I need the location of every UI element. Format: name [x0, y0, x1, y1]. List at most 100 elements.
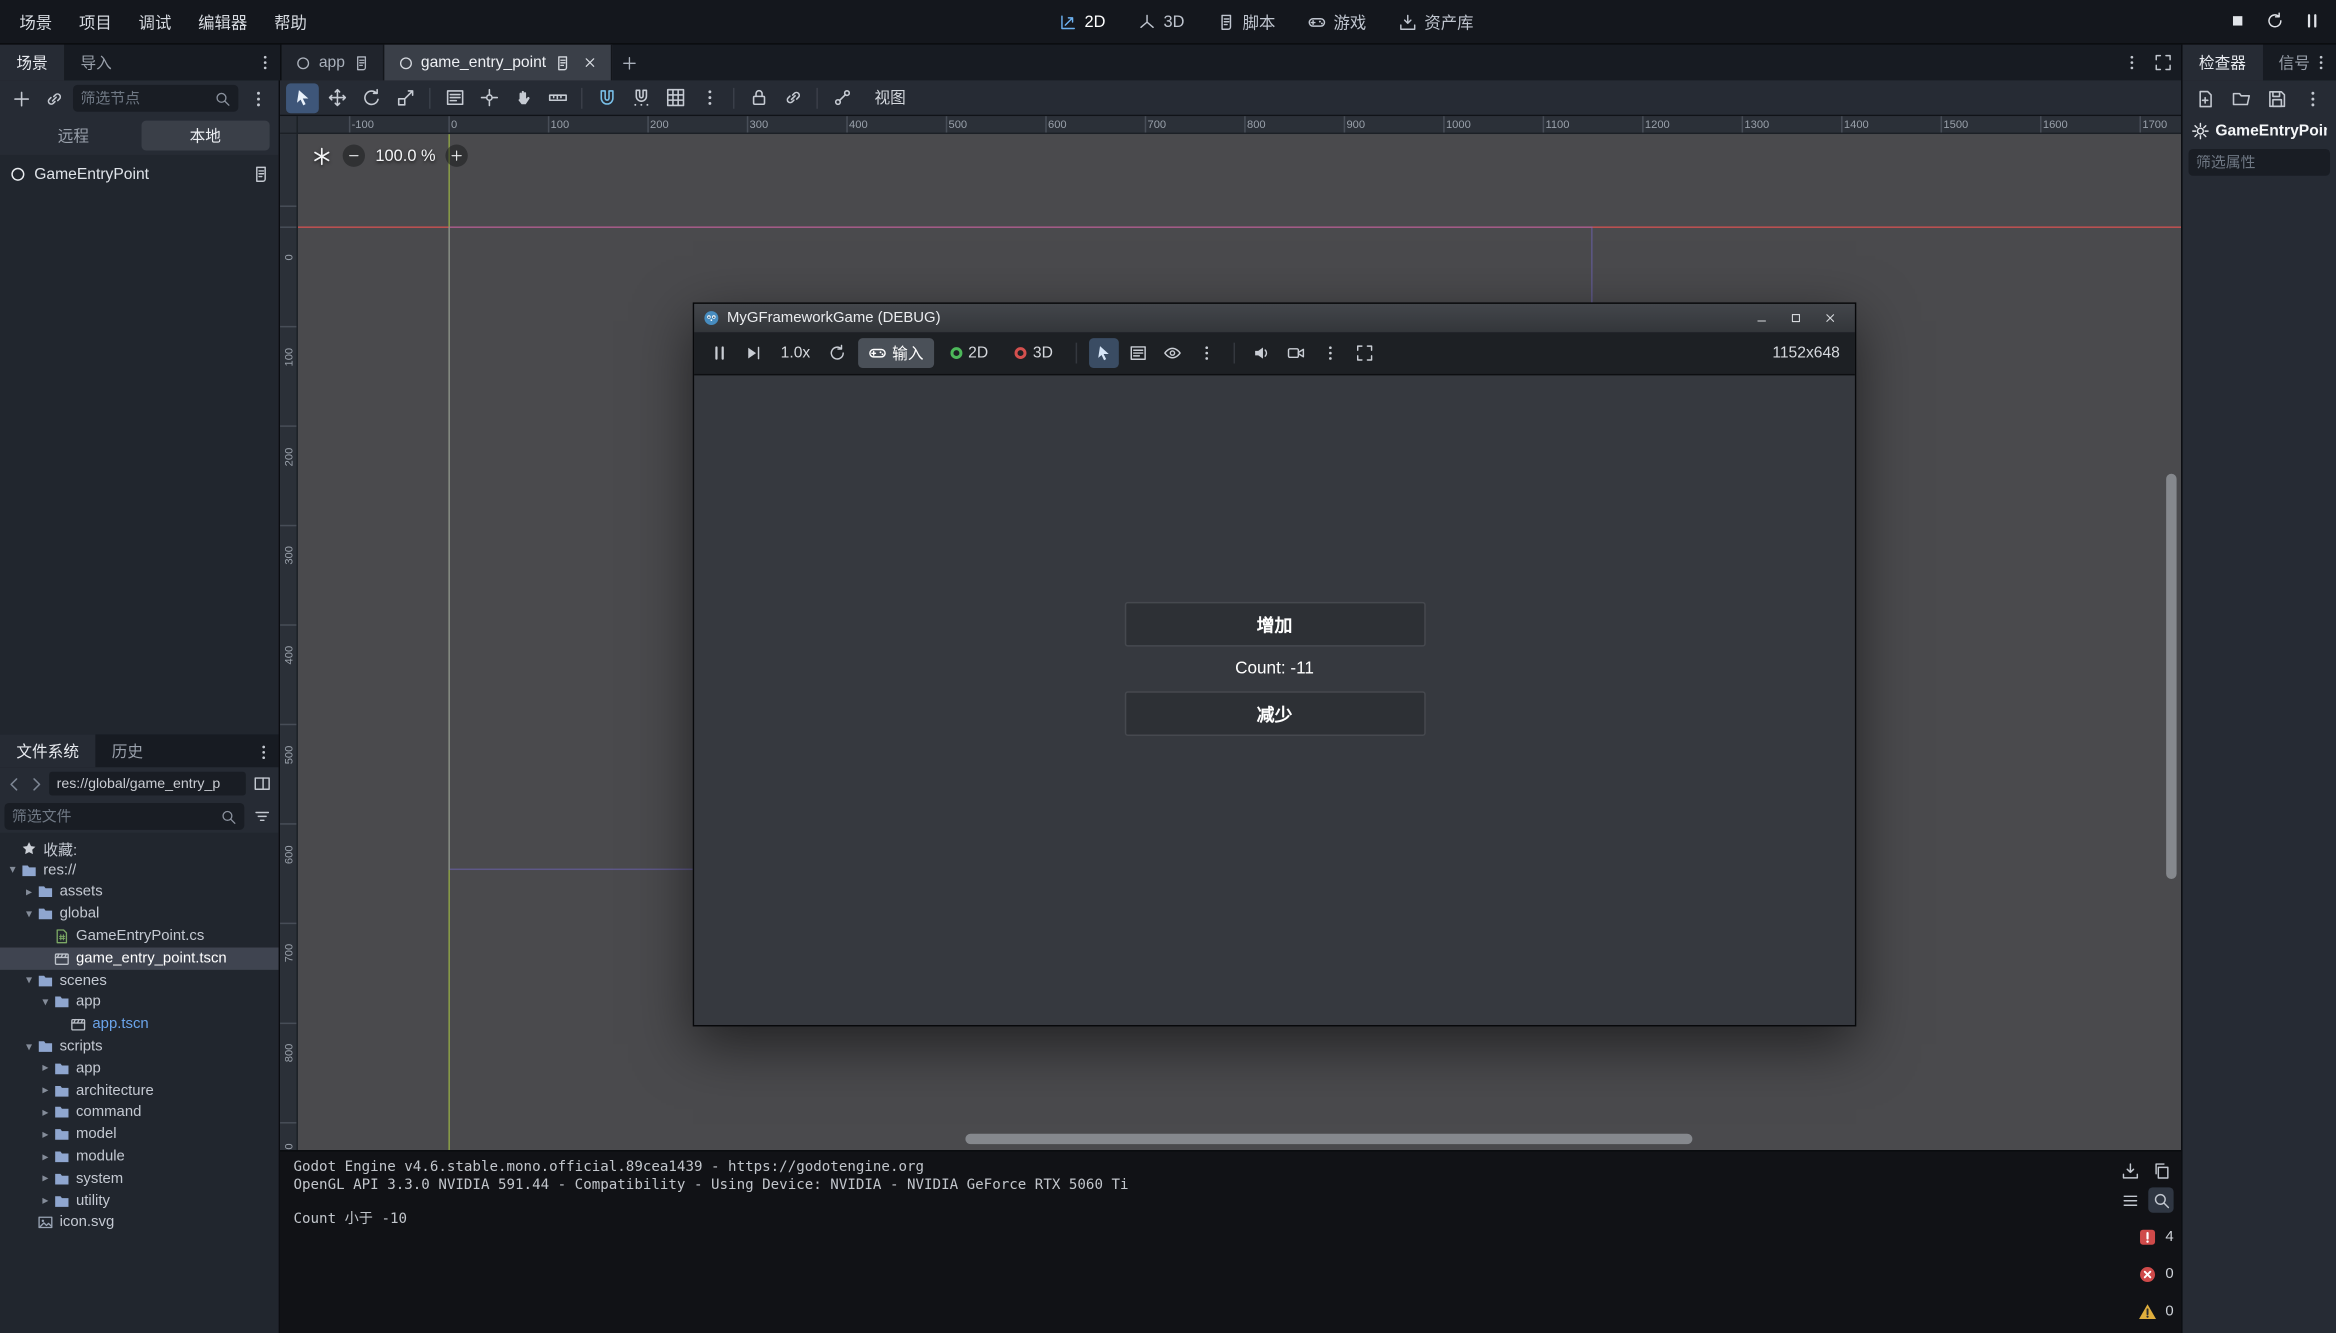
attached-script-icon[interactable]: [252, 165, 270, 183]
magnet-tool-button[interactable]: [590, 83, 623, 113]
tree-arrow-icon[interactable]: ▾: [21, 1041, 37, 1053]
scene-filter[interactable]: [73, 85, 238, 112]
menu-item-3[interactable]: 编辑器: [186, 4, 259, 40]
new-scene-tab-button[interactable]: [612, 45, 648, 81]
horizontal-scrollbar[interactable]: [965, 1134, 1692, 1144]
link-button[interactable]: [39, 83, 69, 113]
chain-tool-button[interactable]: [776, 83, 809, 113]
bone-tool-button[interactable]: [825, 83, 858, 113]
plus-button[interactable]: [6, 83, 36, 113]
remote-button[interactable]: 远程: [9, 121, 138, 151]
tree-arrow-icon[interactable]: ▾: [4, 864, 20, 876]
joypad-workspace-button[interactable]: 游戏: [1295, 4, 1380, 40]
menu-item-4[interactable]: 帮助: [262, 4, 319, 40]
grid-magnet-tool-button[interactable]: [624, 83, 657, 113]
inspector-filter-input[interactable]: [2196, 154, 2323, 170]
inspector-tab-menu-button[interactable]: [2308, 49, 2333, 74]
maximize-button[interactable]: [1780, 306, 1811, 330]
debugger-badge[interactable]: 0: [2139, 1298, 2174, 1325]
path-input[interactable]: [49, 772, 246, 796]
move-tool-button[interactable]: [320, 83, 353, 113]
file-tree-row[interactable]: ▸command: [0, 1102, 279, 1124]
pause-button[interactable]: [705, 338, 735, 368]
run-reload-button[interactable]: [2266, 11, 2284, 33]
copy-button[interactable]: [2148, 1158, 2173, 1183]
tree-arrow-icon[interactable]: ▸: [37, 1085, 53, 1097]
zoom-level[interactable]: 100.0 %: [375, 147, 435, 165]
input-mode-button[interactable]: 输入: [858, 338, 934, 368]
list-button[interactable]: [2117, 1187, 2142, 1212]
dots-v-button[interactable]: [2298, 83, 2327, 113]
tree-arrow-icon[interactable]: ▸: [37, 1063, 53, 1075]
cursor-tool-button[interactable]: [286, 83, 319, 113]
view-menu[interactable]: 视图: [864, 86, 916, 108]
file-filter[interactable]: [4, 803, 244, 830]
run-pause-button[interactable]: [2303, 11, 2321, 33]
file-tree-row[interactable]: ▾scenes: [0, 970, 279, 992]
scene-dock-tab-menu-button[interactable]: [252, 49, 277, 74]
dots-v-button[interactable]: [1315, 338, 1345, 368]
file-tree-row[interactable]: GameEntryPoint.cs: [0, 925, 279, 947]
scene-filter-input[interactable]: [80, 90, 210, 106]
local-button[interactable]: 本地: [141, 121, 270, 151]
page-plus-button[interactable]: [2191, 83, 2220, 113]
save-button[interactable]: [2262, 83, 2291, 113]
close-icon[interactable]: [582, 55, 597, 70]
forward-icon[interactable]: [27, 774, 46, 793]
sort-button[interactable]: [249, 804, 274, 829]
file-tree-row[interactable]: icon.svg: [0, 1212, 279, 1234]
tree-arrow-icon[interactable]: ▾: [21, 908, 37, 920]
minimize-button[interactable]: [1746, 306, 1777, 330]
lock-tool-button[interactable]: [742, 83, 775, 113]
split-view-button[interactable]: [249, 771, 274, 796]
tab-list-button[interactable]: [2118, 50, 2143, 75]
file-tree-row[interactable]: ▾res://: [0, 859, 279, 881]
search-button[interactable]: [2148, 1187, 2173, 1212]
pan-tool-button[interactable]: [507, 83, 540, 113]
zoom-out-button[interactable]: [343, 145, 365, 167]
center-view-icon[interactable]: [311, 145, 332, 166]
next-frame-button[interactable]: [739, 338, 769, 368]
scene-tab-0[interactable]: app: [282, 45, 384, 81]
camera-3d-button[interactable]: 3D: [1005, 338, 1064, 368]
camera-button[interactable]: [1281, 338, 1311, 368]
zoom-in-button[interactable]: [446, 145, 468, 167]
fullscreen-button[interactable]: [1349, 338, 1379, 368]
increase-button[interactable]: 增加: [1124, 602, 1425, 647]
scene-dock-options-button[interactable]: [243, 83, 273, 113]
rotate-tool-button[interactable]: [355, 83, 388, 113]
menu-item-1[interactable]: 项目: [67, 4, 124, 40]
file-tree-row[interactable]: ▸assets: [0, 881, 279, 903]
file-tree-row[interactable]: app.tscn: [0, 1014, 279, 1036]
reset-speed-button[interactable]: [822, 338, 852, 368]
workspace-assets-workspace-button[interactable]: 资产库: [1386, 4, 1487, 40]
scene-tree-root-node[interactable]: GameEntryPoint: [0, 161, 279, 188]
tree-arrow-icon[interactable]: ▾: [21, 975, 37, 987]
file-tree-row[interactable]: ▸utility: [0, 1190, 279, 1212]
menu-item-0[interactable]: 场景: [7, 4, 64, 40]
dock-tab-0[interactable]: 检查器: [2183, 45, 2263, 81]
file-tree-row[interactable]: ▸module: [0, 1146, 279, 1168]
dots-v-tool-button[interactable]: [693, 83, 726, 113]
file-tree-row[interactable]: ▾global: [0, 903, 279, 925]
tree-arrow-icon[interactable]: ▸: [37, 1173, 53, 1185]
debugger-badge[interactable]: 0: [2139, 1260, 2174, 1287]
pivot-tool-button[interactable]: [472, 83, 505, 113]
speed-label[interactable]: 1.0x: [775, 344, 817, 362]
tree-arrow-icon[interactable]: ▸: [21, 886, 37, 898]
scene-tab-1[interactable]: game_entry_point: [384, 45, 612, 81]
file-tree-row[interactable]: ▾scripts: [0, 1036, 279, 1058]
tree-arrow-icon[interactable]: ▸: [37, 1129, 53, 1141]
close-button[interactable]: [1815, 306, 1846, 330]
list-select-button[interactable]: [1123, 338, 1153, 368]
file-tree-row[interactable]: ▸architecture: [0, 1080, 279, 1102]
menu-item-2[interactable]: 调试: [127, 4, 184, 40]
tree-arrow-icon[interactable]: ▾: [37, 997, 53, 1009]
file-tree-row[interactable]: ▸system: [0, 1168, 279, 1190]
file-tree-row[interactable]: ▸app: [0, 1058, 279, 1080]
dock-tab-0[interactable]: 场景: [0, 45, 64, 81]
file-tree-row[interactable]: 收藏:: [0, 837, 279, 859]
dots-v-button[interactable]: [1191, 338, 1221, 368]
filesystem-options-button[interactable]: [250, 739, 275, 764]
tree-arrow-icon[interactable]: ▸: [37, 1151, 53, 1163]
